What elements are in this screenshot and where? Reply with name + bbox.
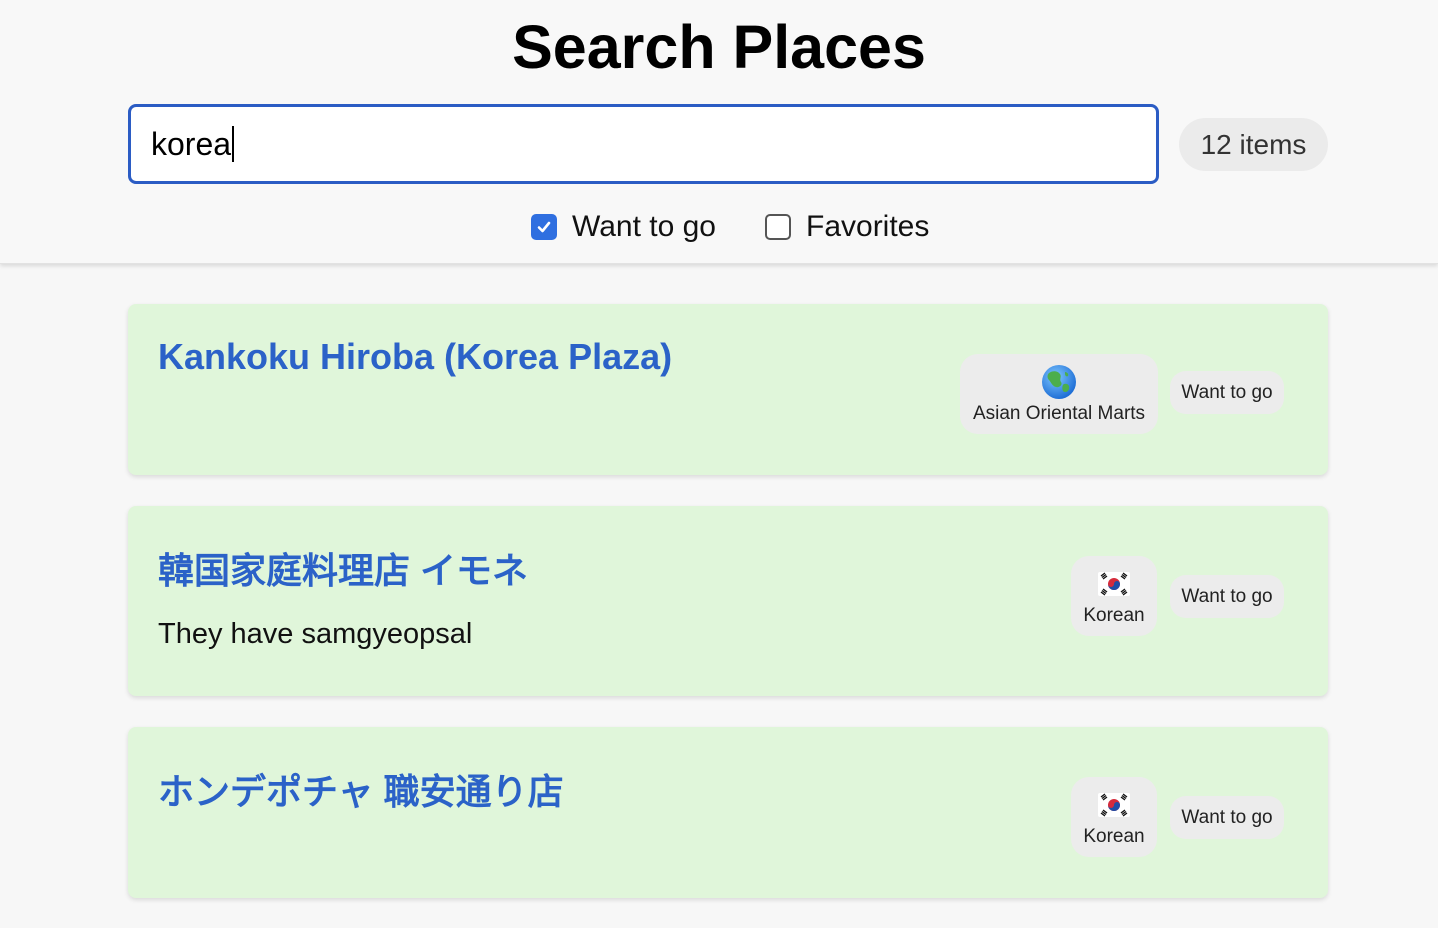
korea-flag-icon (1098, 572, 1130, 596)
category-chip: Asian Oriental Marts (960, 354, 1158, 434)
want-to-go-label: Want to go (572, 210, 716, 243)
filter-favorites[interactable]: Favorites (765, 207, 929, 247)
category-label: Asian Oriental Marts (972, 403, 1146, 424)
status-chip: Want to go (1170, 575, 1284, 618)
filter-want-to-go[interactable]: Want to go (531, 207, 716, 247)
place-card[interactable]: ホンデポチャ 職安通り店 Korean Want to go (128, 727, 1328, 898)
status-chip: Want to go (1170, 371, 1284, 414)
globe-asia-icon (1042, 365, 1076, 399)
category-chip: Korean (1071, 777, 1157, 857)
category-chip: Korean (1071, 556, 1157, 636)
category-label: Korean (1083, 826, 1145, 847)
page-title: Search Places (512, 13, 926, 81)
korea-flag-icon (1098, 793, 1130, 817)
search-input[interactable]: korea (128, 104, 1159, 184)
favorites-label: Favorites (806, 210, 930, 243)
place-note: They have samgyeopsal (158, 618, 473, 650)
place-card[interactable]: 韓国家庭料理店 イモネ They have samgyeopsal Korean… (128, 506, 1328, 696)
search-header: Search Places korea 12 items Want to go … (0, 0, 1438, 264)
place-name[interactable]: Kankoku Hiroba (Korea Plaza) (158, 336, 672, 378)
place-name[interactable]: ホンデポチャ 職安通り店 (158, 763, 564, 815)
status-chip: Want to go (1170, 796, 1284, 839)
want-to-go-checkbox[interactable] (531, 214, 557, 240)
result-count-badge: 12 items (1179, 118, 1328, 171)
place-name[interactable]: 韓国家庭料理店 イモネ (158, 542, 528, 594)
text-caret (232, 126, 235, 162)
place-card[interactable]: Kankoku Hiroba (Korea Plaza) Asian Orien… (128, 304, 1328, 475)
category-label: Korean (1083, 605, 1145, 626)
checkmark-icon (537, 221, 551, 233)
search-input-value: korea (151, 125, 232, 162)
favorites-checkbox[interactable] (765, 214, 791, 240)
